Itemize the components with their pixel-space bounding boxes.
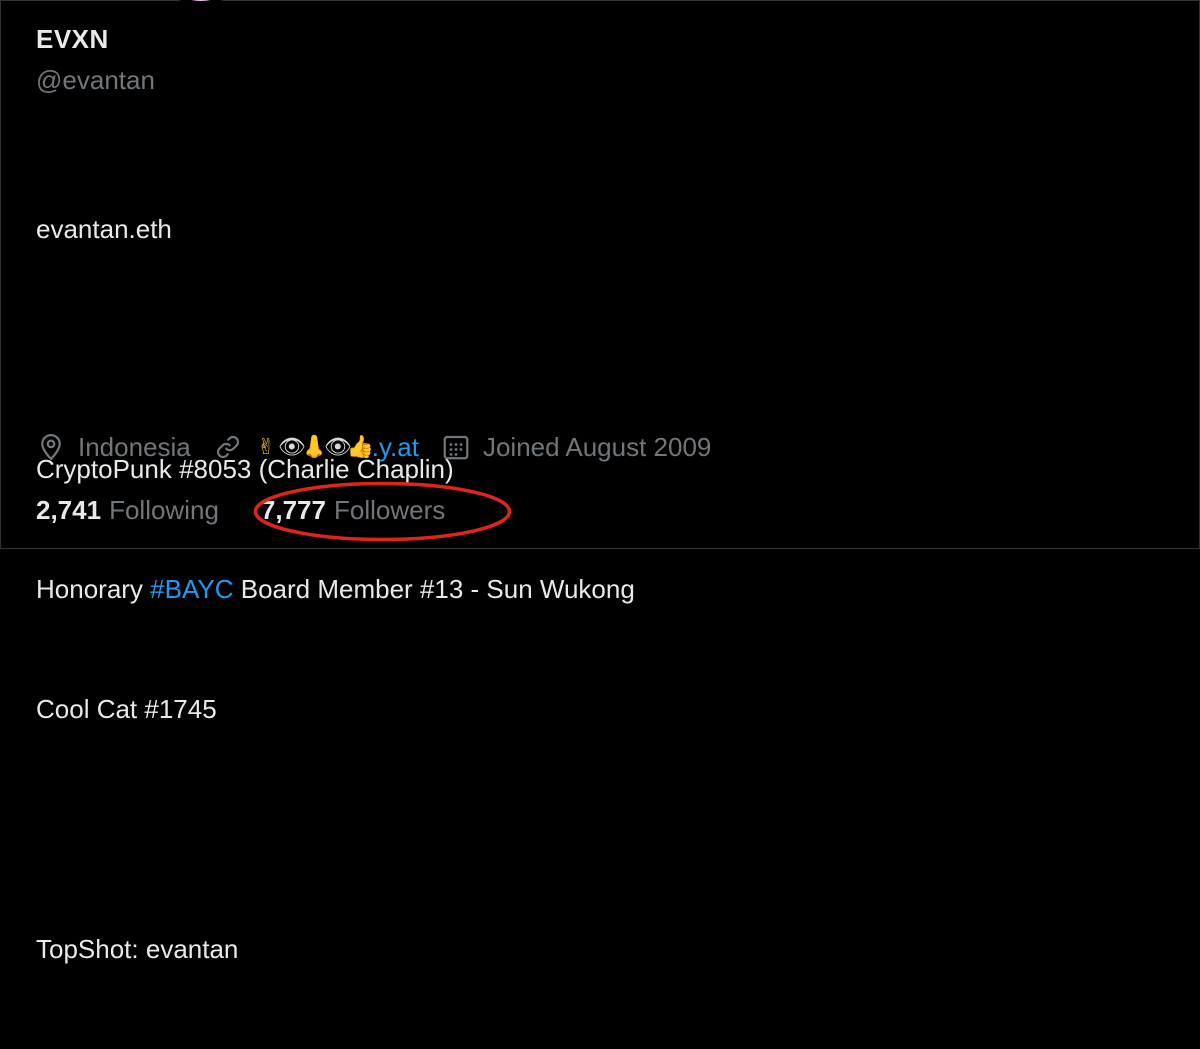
website-link[interactable]: ✌ 👁 👃 👁 👍 .y.at [255, 432, 419, 463]
bio-line: Cool Cat #1745 [36, 694, 217, 724]
display-name: EVXN [36, 24, 109, 54]
bio-line-suffix: Board Member #13 - Sun Wukong [233, 574, 635, 604]
thumbs-up-emoji: 👍 [346, 434, 375, 459]
eye-emoji: 👁 [323, 434, 352, 459]
location-text: Indonesia [78, 431, 191, 462]
bio-line: Honorary #BAYC Board Member #13 - Sun Wu… [36, 569, 635, 609]
avatar-image [155, 0, 183, 1]
profile-bio: evantan.eth CryptoPunk #8053 (Charlie Ch… [36, 129, 635, 1049]
website-item[interactable]: ✌ 👁 👃 👁 👍 .y.at [213, 432, 419, 463]
followers-label: Followers [333, 494, 446, 525]
profile-meta: Indonesia ✌ 👁 👃 👁 👍 .y.at Joined August … [36, 427, 733, 467]
following-label: Following [109, 494, 219, 525]
following-link[interactable]: 2,741 Following [36, 495, 219, 526]
user-handle: @evantan [36, 65, 155, 95]
link-icon [216, 435, 239, 459]
location-pin-icon [41, 433, 61, 461]
nose-emoji: 👃 [300, 434, 329, 459]
bio-line: evantan.eth [36, 214, 172, 244]
bio-line-blank [36, 329, 635, 369]
website-domain: .y.at [371, 431, 419, 462]
emoji-sequence: ✌ 👁 👃 👁 👍 [255, 434, 375, 460]
avatar[interactable] [151, 0, 251, 5]
location-item: Indonesia [36, 432, 191, 463]
joined-item: Joined August 2009 [441, 432, 711, 463]
hashtag-link[interactable]: #BAYC [150, 574, 233, 604]
bio-line: TopShot: evantan [36, 934, 239, 964]
following-count: 2,741 [36, 494, 102, 525]
followers-count: 7,777 [260, 494, 326, 525]
profile-panel: EVXN @evantan evantan.eth CryptoPunk #80… [0, 0, 1200, 964]
joined-date: Joined August 2009 [482, 431, 712, 462]
follow-stats: 2,741 Following 7,777 Followers [36, 490, 487, 530]
followers-link[interactable]: 7,777 Followers [261, 495, 445, 526]
bio-line-prefix: Honorary [36, 574, 151, 604]
victory-hand-emoji: ✌ [257, 434, 276, 459]
bio-line-blank [36, 809, 635, 849]
eye-emoji: 👁 [277, 434, 306, 459]
calendar-icon [443, 435, 469, 460]
